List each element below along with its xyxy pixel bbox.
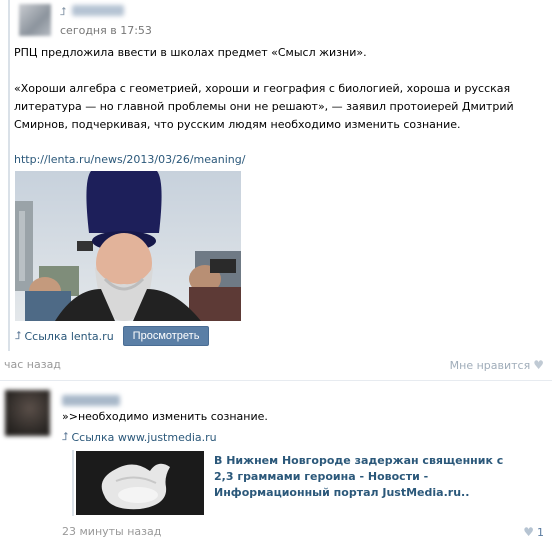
attachment-link[interactable]: Ссылка lenta.ru (25, 330, 114, 343)
like-label: Мне нравится (449, 358, 531, 372)
preview-thumbnail[interactable] (76, 451, 204, 515)
commenter-name[interactable] (62, 395, 120, 406)
comment-like-button[interactable]: ♥ 1 (523, 525, 544, 539)
comment-like-count: 1 (537, 525, 544, 539)
like-button[interactable]: Мне нравится ♥ (450, 358, 544, 372)
post-link[interactable]: http://lenta.ru/news/2013/03/26/meaning/ (14, 151, 544, 169)
link-preview[interactable]: В Нижнем Новгороде задержан священник с … (72, 450, 542, 516)
post-text: РПЦ предложила ввести в школах предмет «… (14, 44, 544, 169)
heart-icon: ♥ (523, 525, 534, 539)
repost-block: ⮥ сегодня в 17:53 РПЦ предложила ввести … (8, 0, 544, 351)
post-text-quote: «Хороши алгебра с геометрией, хороши и г… (14, 82, 514, 131)
heart-icon: ♥ (533, 358, 544, 372)
source-name[interactable] (72, 5, 124, 16)
priest-photo-illustration (15, 171, 241, 321)
comment-time-ago[interactable]: 23 минуты назад (62, 525, 161, 538)
divider (0, 380, 552, 381)
preview-title[interactable]: В Нижнем Новгороде задержан священник с … (214, 453, 514, 501)
comment-footer: 23 минуты назад ♥ 1 (0, 523, 544, 541)
post-time-ago[interactable]: час назад (4, 358, 61, 371)
post-text-line1: РПЦ предложила ввести в школах предмет «… (14, 46, 367, 59)
post-photo[interactable] (15, 171, 241, 321)
comment-avatar[interactable] (5, 390, 50, 436)
source-time[interactable]: сегодня в 17:53 (60, 24, 152, 37)
link-icon: ⮥ (15, 329, 22, 342)
comment-attachment: ⮥ Ссылка www.justmedia.ru (62, 430, 217, 444)
post-footer: час назад Мне нравится ♥ (0, 356, 544, 374)
powder-bag-illustration (76, 451, 204, 515)
link-icon: ⮥ (62, 430, 69, 443)
repost-arrow-icon: ⮥ (60, 5, 67, 18)
view-button[interactable]: Просмотреть (122, 326, 210, 346)
post-attachment: ⮥ Ссылка lenta.ru Просмотреть (15, 326, 210, 346)
source-avatar[interactable] (19, 4, 51, 36)
comment-attachment-link[interactable]: Ссылка www.justmedia.ru (72, 431, 217, 444)
comment-text: »>необходимо изменить сознание. (62, 410, 268, 423)
